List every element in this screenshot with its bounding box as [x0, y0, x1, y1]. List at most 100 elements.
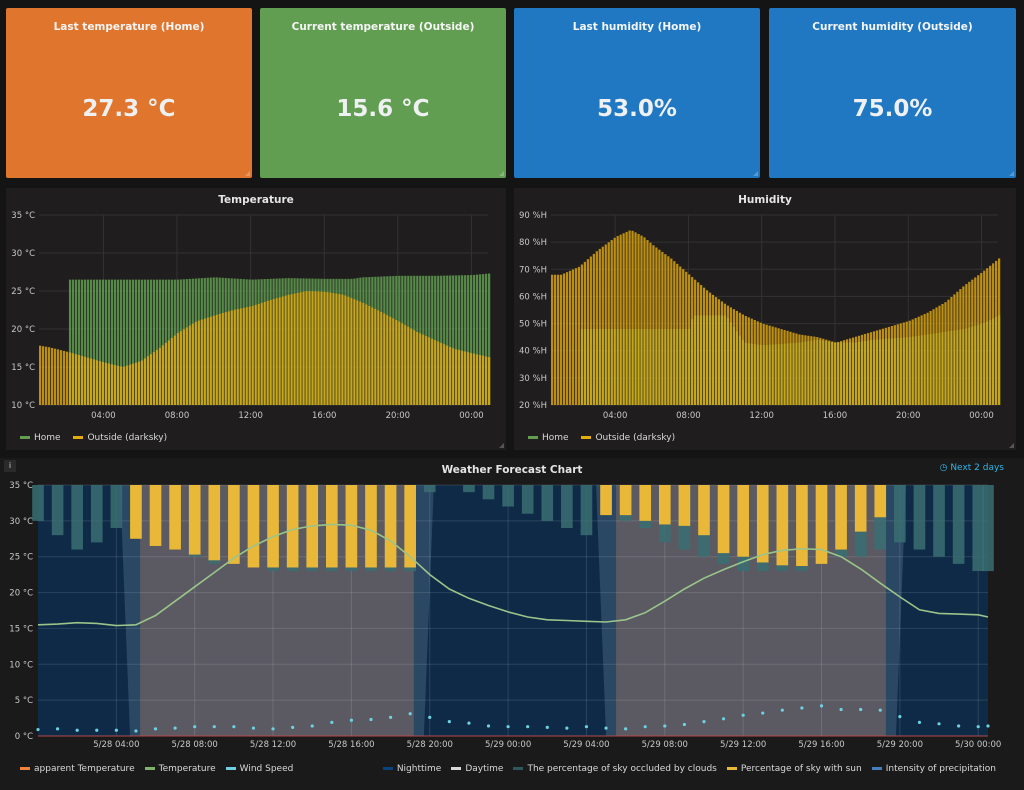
stat-current-temp-outside[interactable]: Current temperature (Outside) 15.6 °C [260, 8, 506, 178]
bar [875, 330, 879, 405]
y-tick-label: 30 °C [9, 517, 33, 527]
bar [643, 237, 646, 405]
bar [89, 358, 93, 405]
x-tick-label: 08:00 [165, 411, 190, 421]
bar [834, 342, 837, 405]
bar [711, 294, 715, 405]
bar [464, 351, 467, 405]
legend-item[interactable]: Nighttime [382, 764, 441, 774]
bar [383, 313, 386, 405]
bar [562, 273, 566, 405]
wind-speed-point [526, 725, 530, 729]
bar [559, 274, 563, 405]
bar [938, 305, 941, 405]
bar [323, 291, 326, 405]
cloud-bar [894, 485, 906, 543]
wind-speed-point [173, 726, 177, 730]
legend-item[interactable]: Intensity of precipitation [871, 764, 996, 774]
x-tick-label: 12:00 [238, 411, 263, 421]
y-tick-label: 20 °C [11, 325, 35, 335]
cloud-bar [90, 485, 103, 543]
bar [831, 341, 834, 405]
wind-speed-point [584, 725, 589, 729]
legend-item[interactable]: Temperature [144, 764, 216, 774]
legend-label: Home [34, 433, 61, 443]
bar [619, 234, 622, 405]
forecast-chart[interactable]: 0 °C 5 °C 10 °C 15 °C 20 °C 25 °C 30 °C 35 °C 5/… [0, 458, 1024, 758]
resize-handle[interactable] [753, 171, 758, 176]
cloud-bar [580, 485, 593, 536]
y-tick-label: 35 °C [9, 481, 33, 491]
legend-item[interactable]: Daytime [451, 764, 503, 774]
wind-speed-point [114, 728, 118, 732]
humidity-panel[interactable]: Humidity 20 %H 30 %H 40 %H 50 %H 60 %H 70 %H 8… [514, 188, 1016, 450]
bar [714, 297, 718, 405]
wind-speed-point [506, 725, 510, 729]
bar [908, 320, 911, 405]
bar [580, 264, 584, 405]
resize-handle[interactable] [245, 171, 250, 176]
legend-item[interactable]: apparent Temperature [20, 764, 135, 774]
bar [203, 318, 206, 405]
legend-item-outside[interactable]: Outside (darksky) [581, 433, 675, 443]
legend-item-home[interactable]: Home [528, 433, 569, 443]
wind-speed-point [839, 707, 843, 712]
bar [685, 271, 688, 405]
bar [878, 329, 882, 405]
bar [359, 301, 362, 405]
resize-handle[interactable] [1009, 443, 1014, 448]
resize-handle[interactable] [1009, 171, 1014, 176]
y-tick-label: 40 %H [519, 347, 547, 357]
bar [837, 341, 840, 405]
humidity-chart[interactable]: 20 %H 30 %H 40 %H 50 %H 60 %H 70 %H 80 %H 90 %H… [514, 188, 1016, 450]
stat-current-humidity-outside[interactable]: Current humidity (Outside) 75.0% [769, 8, 1016, 178]
bar [753, 319, 756, 405]
bar [143, 358, 147, 405]
legend-swatch [581, 436, 592, 439]
y-tick-label: 30 %H [519, 374, 547, 384]
wind-speed-point [545, 725, 549, 729]
bar [568, 270, 572, 405]
legend-item[interactable]: Percentage of sky with sun [726, 764, 862, 774]
bar [682, 269, 685, 405]
humidity-legend: Home Outside (darksky) [528, 433, 685, 443]
bar [218, 313, 221, 405]
bar [923, 314, 926, 405]
sun-bar [835, 485, 847, 550]
bar [173, 335, 176, 405]
bar [98, 361, 102, 405]
legend-label: Wind Speed [239, 764, 294, 774]
bar [239, 308, 242, 405]
bar [179, 331, 182, 405]
legend-item[interactable]: The percentage of sky occluded by clouds [513, 764, 717, 774]
bar [71, 353, 75, 405]
temperature-panel[interactable]: Temperature 10 °C 15 °C 20 °C 25 °C 30 °C 35 … [6, 188, 506, 450]
bar [92, 359, 96, 405]
y-tick-label: 5 °C [15, 696, 33, 706]
bar [446, 345, 449, 405]
resize-handle[interactable] [499, 443, 504, 448]
temperature-chart[interactable]: 10 °C 15 °C 20 °C 25 °C 30 °C 35 °C 04:00 08:00… [6, 188, 506, 450]
forecast-panel[interactable]: i Weather Forecast Chart ◷ Next 2 days 0… [0, 458, 1024, 790]
wind-speed-point [898, 715, 902, 719]
stat-last-temp-home[interactable]: Last temperature (Home) 27.3 °C [6, 8, 252, 178]
bar [284, 295, 287, 405]
sun-bar [286, 485, 299, 568]
bar [116, 365, 120, 405]
legend-item-outside[interactable]: Outside (darksky) [73, 433, 167, 443]
bar [332, 293, 335, 405]
legend-item-home[interactable]: Home [20, 433, 61, 443]
bar [586, 259, 589, 405]
bar [869, 332, 873, 405]
bar [792, 332, 795, 405]
bar [248, 306, 251, 405]
y-tick-label: 30 °C [11, 249, 35, 259]
bar [449, 346, 452, 405]
resize-handle[interactable] [499, 171, 504, 176]
legend-item[interactable]: Wind Speed [225, 764, 294, 774]
bar [344, 295, 347, 405]
y-tick-label: 10 °C [11, 401, 35, 411]
wind-speed-point [819, 704, 824, 708]
stat-last-humidity-home[interactable]: Last humidity (Home) 53.0% [514, 8, 760, 178]
bar [176, 333, 179, 405]
